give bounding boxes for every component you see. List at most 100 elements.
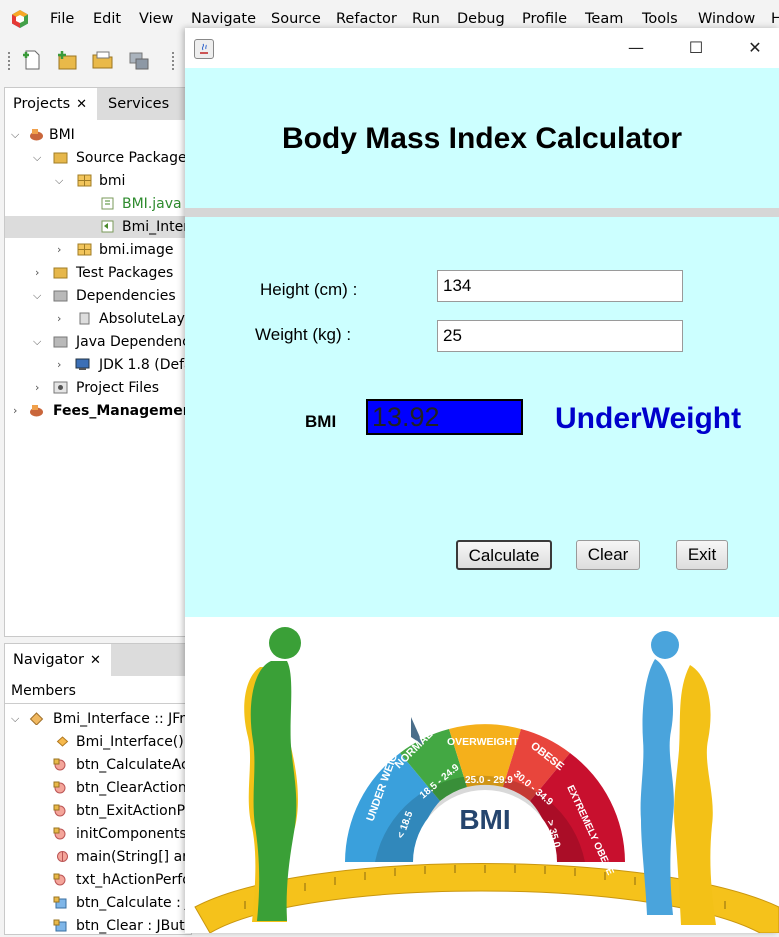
library-folder-icon xyxy=(53,336,68,348)
new-project-icon[interactable] xyxy=(55,48,79,72)
package-icon xyxy=(77,243,92,256)
tab-navigator-label: Navigator xyxy=(13,652,84,668)
jdk-icon xyxy=(75,358,90,370)
tree-node-test-packages[interactable]: › Test Packages xyxy=(5,262,191,284)
gauge-center-label: BMI xyxy=(459,804,510,835)
class-icon xyxy=(29,712,44,725)
bmi-calculator-window: — ☐ ✕ Body Mass Index Calculator Height … xyxy=(185,28,779,933)
tree-node-project-files[interactable]: › Project Files xyxy=(5,377,191,399)
tree-label: Java Dependenc xyxy=(76,334,190,350)
menu-team[interactable]: Team xyxy=(585,11,623,27)
projects-panel: Projects ✕ Services ⌵ BMI ⌵ Source Packag… xyxy=(4,87,192,637)
nav-item-method[interactable]: initComponents( xyxy=(5,823,191,845)
menu-file[interactable]: File xyxy=(50,11,74,27)
tab-services[interactable]: Services xyxy=(100,88,193,120)
tree-node-jdk[interactable]: › JDK 1.8 (Defa xyxy=(5,354,191,376)
weight-input[interactable]: 25 xyxy=(437,320,683,352)
menu-profile[interactable]: Profile xyxy=(522,11,567,27)
collapse-arrow-icon[interactable]: ⌵ xyxy=(55,170,63,192)
menu-tools[interactable]: Tools xyxy=(642,11,678,27)
close-tab-icon[interactable]: ✕ xyxy=(76,97,87,112)
tree-node-bmi-project[interactable]: ⌵ BMI xyxy=(5,124,191,146)
expand-arrow-icon[interactable]: › xyxy=(13,400,17,422)
toolbar-grip xyxy=(172,52,177,70)
tab-projects-label: Projects xyxy=(13,96,71,112)
nav-item-method[interactable]: txt_hActionPerfo xyxy=(5,869,191,891)
members-filter-dropdown[interactable]: Members xyxy=(5,678,191,704)
nav-item-field[interactable]: btn_Clear : JButto xyxy=(5,915,191,937)
menu-help[interactable]: H xyxy=(771,11,779,27)
tree-label: Test Packages xyxy=(76,265,174,281)
clear-button[interactable]: Clear xyxy=(576,540,640,570)
tree-label: btn_CalculateAct xyxy=(76,757,191,773)
nav-item-constructor[interactable]: Bmi_Interface() xyxy=(5,731,191,753)
minimize-button[interactable]: — xyxy=(621,36,651,60)
nav-item-class[interactable]: ⌵ Bmi_Interface :: JFram xyxy=(5,708,191,730)
exit-button[interactable]: Exit xyxy=(676,540,728,570)
tree-node-bmi-image[interactable]: › bmi.image xyxy=(5,239,191,261)
collapse-arrow-icon[interactable]: ⌵ xyxy=(11,708,19,730)
collapse-arrow-icon[interactable]: ⌵ xyxy=(33,147,41,169)
window-titlebar[interactable]: — ☐ ✕ xyxy=(185,28,779,68)
tab-projects[interactable]: Projects ✕ xyxy=(5,88,97,120)
jar-icon xyxy=(79,312,90,325)
private-field-icon xyxy=(53,919,67,932)
tree-label: Bmi_Interface :: JFram xyxy=(53,711,191,727)
tree-node-fees-management[interactable]: › Fees_Management_ xyxy=(5,400,191,422)
nav-item-method[interactable]: btn_ClearActionP xyxy=(5,777,191,799)
menu-edit[interactable]: Edit xyxy=(93,11,121,27)
height-input[interactable]: 134 xyxy=(437,270,683,302)
close-project-icon[interactable] xyxy=(127,48,151,72)
private-field-icon xyxy=(53,896,67,909)
open-project-icon[interactable] xyxy=(91,48,115,72)
tree-node-bmi-package[interactable]: ⌵ bmi xyxy=(5,170,191,192)
tree-label: btn_ClearActionP xyxy=(76,780,191,796)
tree-node-source-packages[interactable]: ⌵ Source Packages xyxy=(5,147,191,169)
menu-window[interactable]: Window xyxy=(698,11,755,27)
collapse-arrow-icon[interactable]: ⌵ xyxy=(11,124,19,146)
tree-node-java-dependencies[interactable]: ⌵ Java Dependenc xyxy=(5,331,191,353)
calculate-button[interactable]: Calculate xyxy=(456,540,552,570)
expand-arrow-icon[interactable]: › xyxy=(35,262,39,284)
collapse-arrow-icon[interactable]: ⌵ xyxy=(33,331,41,353)
segment-overweight-range: 25.0 - 29.9 xyxy=(465,775,513,786)
tab-navigator[interactable]: Navigator ✕ xyxy=(5,644,111,676)
close-button[interactable]: ✕ xyxy=(740,36,770,60)
expand-arrow-icon[interactable]: › xyxy=(57,354,61,376)
nav-item-method[interactable]: btn_ExitActionPe xyxy=(5,800,191,822)
menu-run[interactable]: Run xyxy=(412,11,440,27)
tree-label: bmi xyxy=(99,173,126,189)
constructor-icon xyxy=(56,736,69,747)
tree-label: bmi.image xyxy=(99,242,174,258)
tree-node-bmi-interface[interactable]: Bmi_Inter xyxy=(5,216,191,238)
expand-arrow-icon[interactable]: › xyxy=(57,239,61,261)
input-panel: Height (cm) : 134 Weight (kg) : 25 BMI 1… xyxy=(185,217,779,617)
menu-refactor[interactable]: Refactor xyxy=(336,11,397,27)
collapse-arrow-icon[interactable]: ⌵ xyxy=(33,285,41,307)
private-method-icon xyxy=(53,758,66,771)
nav-item-method[interactable]: btn_CalculateAct xyxy=(5,754,191,776)
weight-label: Weight (kg) : xyxy=(255,325,352,344)
expand-arrow-icon[interactable]: › xyxy=(57,308,61,330)
tree-label: Bmi_Inter xyxy=(122,219,189,235)
nav-item-field[interactable]: btn_Calculate : JB xyxy=(5,892,191,914)
nav-item-method[interactable]: main(String[] arg xyxy=(5,846,191,868)
menu-view[interactable]: View xyxy=(139,11,173,27)
menu-source[interactable]: Source xyxy=(271,11,321,27)
package-folder-icon xyxy=(53,152,68,164)
java-form-icon xyxy=(101,220,114,233)
tree-label: btn_Clear : JButto xyxy=(76,918,191,934)
tree-label: BMI.java xyxy=(122,196,182,212)
bmi-image-panel: BMI UNDER WEIGHT < 18.5 NORMAL 18.5 - 24… xyxy=(185,617,779,933)
tree-node-absolutelayout[interactable]: › AbsoluteLayo xyxy=(5,308,191,330)
tree-node-bmi-java[interactable]: BMI.java xyxy=(5,193,191,215)
maximize-button[interactable]: ☐ xyxy=(681,36,711,60)
close-tab-icon[interactable]: ✕ xyxy=(90,653,101,668)
new-file-icon[interactable] xyxy=(20,48,44,72)
navigator-panel-tabs: Navigator ✕ xyxy=(5,644,191,676)
menu-navigate[interactable]: Navigate xyxy=(191,11,256,27)
tree-node-dependencies[interactable]: ⌵ Dependencies xyxy=(5,285,191,307)
menu-debug[interactable]: Debug xyxy=(457,11,505,27)
bmi-category-label: UnderWeight xyxy=(555,402,742,435)
expand-arrow-icon[interactable]: › xyxy=(35,377,39,399)
